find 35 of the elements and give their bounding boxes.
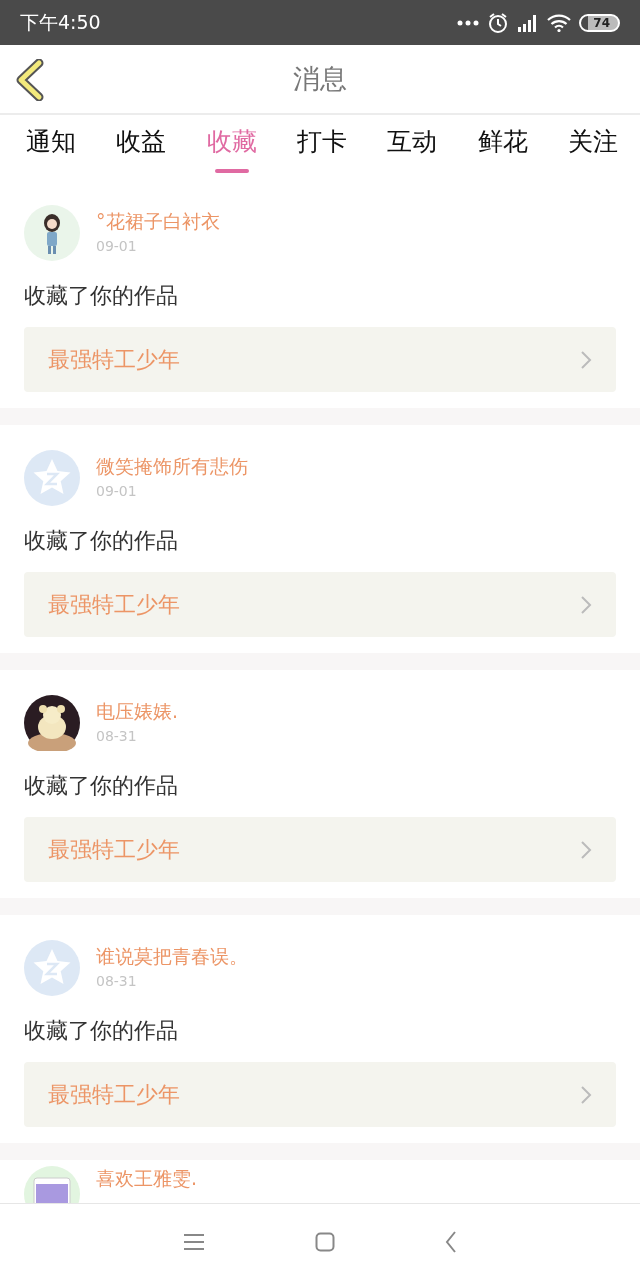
date-text: 09-01 [96, 482, 138, 501]
date-text: 08-31 [96, 727, 138, 746]
chevron-right-icon [580, 594, 592, 615]
chevron-right-icon [580, 839, 592, 860]
message-text: 收藏了你的作品 [24, 1017, 179, 1045]
tab[interactable]: 关注 [561, 115, 624, 180]
message-text: 收藏了你的作品 [24, 282, 179, 310]
menu-icon[interactable] [183, 1233, 205, 1251]
tab[interactable]: 收益 [110, 115, 173, 180]
message-text: 收藏了你的作品 [24, 527, 179, 555]
tab[interactable]: 打卡 [291, 115, 353, 180]
back-icon[interactable] [14, 59, 46, 101]
user-name: °花裙子白衬衣 [96, 209, 220, 233]
back-icon[interactable] [445, 1231, 457, 1253]
status-time: 下午4:50 [20, 10, 101, 36]
battery-indicator: 74 [579, 13, 620, 32]
default-avatar-icon [24, 940, 80, 996]
user-name: 微笑掩饰所有悲伤 [96, 454, 248, 478]
user-name: 喜欢王雅雯. [96, 1166, 198, 1190]
chevron-right-icon [580, 1084, 592, 1105]
alarm-icon [487, 11, 510, 34]
date-text: 08-31 [96, 972, 138, 991]
user-name: 谁说莫把青春误。 [96, 944, 248, 968]
message-text: 收藏了你的作品 [24, 772, 179, 800]
tab[interactable]: 鲜花 [471, 115, 534, 180]
tab[interactable]: 互动 [381, 115, 444, 180]
more-dots-icon [457, 18, 480, 27]
chevron-right-icon [580, 349, 592, 370]
home-icon[interactable] [315, 1232, 335, 1252]
tab[interactable]: 通知 [20, 115, 82, 180]
user-name: 电压婊婊. [96, 699, 179, 723]
default-avatar-icon [24, 450, 80, 506]
wifi-icon [547, 13, 572, 32]
page-title: 消息 [293, 61, 347, 96]
date-text: 09-01 [96, 237, 138, 256]
